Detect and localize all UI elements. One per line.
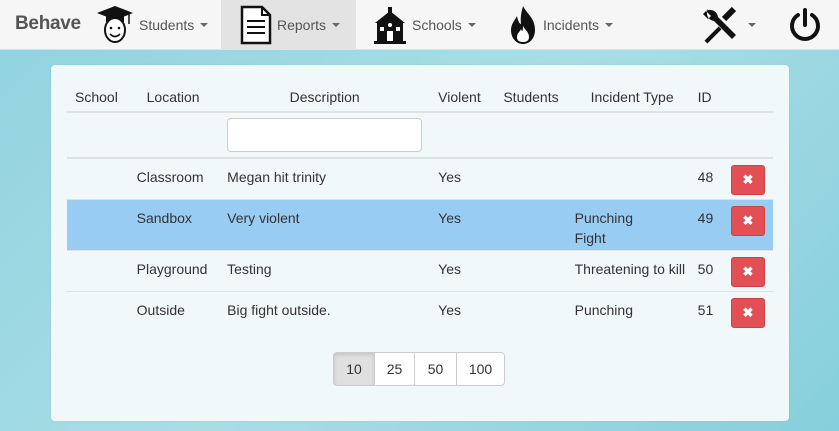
cell-school [67, 250, 129, 292]
cell-id: 48 [697, 158, 727, 200]
cell-incident-type [566, 158, 698, 200]
close-icon: ✖ [742, 304, 754, 320]
cell-description: Testing [219, 250, 431, 292]
cell-violent: Yes [430, 158, 496, 200]
column-header-id[interactable]: ID [697, 83, 727, 113]
chevron-down-icon [605, 23, 614, 27]
cell-violent: Yes [438, 301, 462, 318]
cell-actions: ✖ [726, 158, 773, 200]
brand-logo[interactable]: Behave [15, 13, 81, 35]
cell-id: 50 [697, 250, 727, 292]
cell-students [495, 158, 567, 200]
cell-students [495, 199, 567, 251]
column-header-school[interactable]: School [67, 83, 129, 113]
chevron-down-icon [467, 23, 476, 27]
cell-location: Sandbox [128, 199, 220, 251]
cell-actions: ✖ [726, 199, 773, 251]
cell-incident-type: Punching Fight [566, 199, 698, 251]
incident-type-secondary: Fight [574, 229, 606, 246]
nav-students[interactable]: Students [95, 0, 215, 50]
cell-description: Big fight outside. [227, 301, 331, 318]
incident-type-primary: Punching [574, 209, 633, 226]
cell-actions: ✖ [727, 291, 773, 332]
nav-reports[interactable]: Reports [221, 0, 356, 50]
cell-id: 51 [697, 301, 714, 318]
close-icon: ✖ [742, 212, 754, 228]
column-header-actions [726, 83, 773, 113]
cell-incident-type: Punching [567, 291, 698, 332]
column-header-location[interactable]: Location [128, 83, 220, 113]
table-row[interactable]: Classroom Megan hit trinity Yes 48 ✖ [67, 158, 773, 200]
description-filter-input[interactable] [227, 118, 423, 152]
nav-schools-label: Schools [412, 17, 462, 33]
table-row[interactable]: Playground Testing Yes Threatening to kill 5… [67, 250, 773, 292]
page-size-100-button[interactable]: 100 [456, 352, 505, 386]
column-header-violent[interactable]: Violent [430, 83, 496, 113]
cell-students [495, 250, 567, 292]
page-size-10-button[interactable]: 10 [333, 352, 375, 386]
incident-type-primary: Threatening to kill [574, 260, 686, 277]
cell-actions: ✖ [726, 250, 773, 292]
nav-schools[interactable]: Schools [372, 0, 482, 50]
nav-incidents[interactable]: Incidents [507, 0, 622, 50]
page-size-50-button[interactable]: 50 [414, 352, 457, 386]
column-header-incident-type[interactable]: Incident Type [566, 83, 698, 113]
cell-id: 49 [697, 199, 727, 251]
cell-violent: Yes [430, 250, 496, 292]
document-icon [240, 5, 272, 45]
chevron-down-icon [748, 23, 756, 27]
power-button[interactable] [788, 0, 824, 50]
delete-button[interactable]: ✖ [730, 165, 765, 195]
cell-location: Playground [128, 250, 220, 292]
cell-location: Classroom [128, 158, 220, 200]
graduate-icon [97, 6, 133, 43]
delete-button[interactable]: ✖ [730, 256, 765, 287]
nav-reports-label: Reports [277, 17, 327, 33]
cell-description: Megan hit trinity [219, 158, 431, 200]
nav-incidents-label: Incidents [543, 17, 600, 33]
page-size-25-button[interactable]: 25 [374, 352, 415, 386]
schoolhouse-icon [374, 7, 406, 44]
nav-students-label: Students [139, 17, 195, 33]
power-icon [790, 8, 820, 41]
delete-button[interactable]: ✖ [730, 205, 765, 236]
fire-icon [511, 6, 535, 44]
table-row[interactable]: Outside Big fight outside. Yes Punching 51 ✖ [67, 291, 773, 332]
close-icon: ✖ [742, 263, 754, 279]
cell-incident-type: Threatening to kill [566, 250, 698, 292]
table-header-row: School Location Description Violent Stud… [67, 83, 773, 113]
cell-description: Very violent [219, 199, 431, 251]
cell-school [67, 291, 129, 332]
top-navbar: Behave Students Reports Schools Incident… [0, 0, 839, 50]
incident-type-primary: Punching [574, 301, 633, 318]
cell-school [67, 158, 129, 200]
wrench-screwdriver-icon [703, 6, 737, 44]
close-icon: ✖ [742, 172, 754, 187]
delete-button[interactable]: ✖ [730, 297, 765, 328]
reports-table: School Location Description Violent Stud… [67, 83, 773, 332]
cell-students [495, 291, 566, 332]
cell-school [67, 199, 129, 251]
cell-location: Outside [136, 301, 185, 318]
table-row[interactable]: Sandbox Very violent Yes Punching Fight 49 ✖ [67, 199, 773, 251]
nav-tools[interactable] [702, 0, 762, 50]
column-header-description[interactable]: Description [219, 83, 431, 113]
page-size-selector: 10 25 50 100 [333, 352, 505, 386]
cell-violent: Yes [430, 199, 496, 251]
chevron-down-icon [200, 23, 209, 27]
column-header-students[interactable]: Students [495, 83, 567, 113]
filter-row [67, 112, 773, 159]
chevron-down-icon [332, 23, 341, 27]
reports-panel: School Location Description Violent Stud… [51, 65, 789, 421]
